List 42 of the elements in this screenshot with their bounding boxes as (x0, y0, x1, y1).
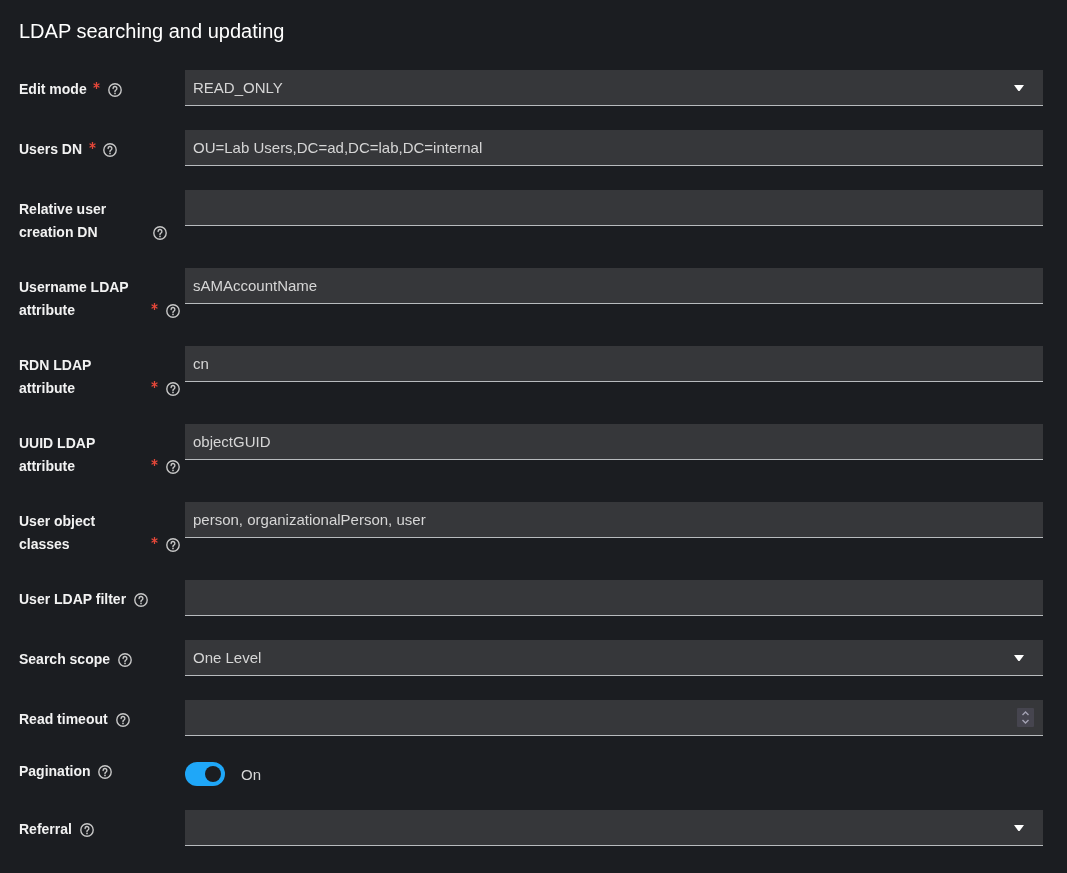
text-field[interactable]: person, organizationalPerson, user (185, 502, 1043, 538)
select-dropdown[interactable]: READ_ONLY (185, 70, 1043, 106)
help-icon[interactable] (166, 304, 181, 318)
text-field[interactable]: sAMAccountName (185, 268, 1043, 304)
caret-icon (1014, 84, 1024, 91)
field-label: Referral (19, 820, 72, 839)
field-label: Edit mode (19, 80, 87, 99)
text-field[interactable]: objectGUID (185, 424, 1043, 460)
select-dropdown[interactable]: One Level (185, 640, 1043, 676)
help-icon[interactable] (103, 143, 118, 157)
text-field[interactable] (185, 190, 1043, 226)
help-icon[interactable] (79, 823, 94, 837)
section-title: LDAP searching and updating (19, 19, 285, 43)
up-down-chevron-icon[interactable] (1017, 708, 1034, 727)
field-label: User object classes (19, 512, 97, 554)
help-icon[interactable] (117, 653, 132, 667)
field-label: User LDAP filter (19, 590, 127, 609)
help-icon[interactable] (108, 83, 123, 97)
number-field[interactable] (185, 700, 1043, 736)
select-dropdown[interactable] (185, 810, 1043, 846)
help-icon[interactable] (115, 713, 130, 727)
text-field[interactable] (185, 580, 1043, 616)
field-label: Search scope (19, 650, 111, 669)
field-label: UUID LDAP attribute (19, 434, 96, 476)
help-icon[interactable] (166, 538, 181, 552)
caret-icon (1014, 824, 1024, 831)
toggle-switch[interactable] (185, 762, 225, 786)
switch-state-label: On (241, 765, 261, 783)
help-icon[interactable] (166, 460, 181, 474)
field-label: Relative user creation DN (19, 200, 108, 242)
caret-icon (1014, 654, 1024, 661)
field-label: Users DN (19, 140, 83, 159)
text-field[interactable]: cn (185, 346, 1043, 382)
field-label: RDN LDAP attribute (19, 356, 93, 398)
field-label: Pagination (19, 762, 91, 781)
help-icon[interactable] (98, 765, 113, 779)
text-field[interactable]: OU=Lab Users,DC=ad,DC=lab,DC=internal (185, 130, 1043, 166)
help-icon[interactable] (134, 593, 148, 607)
help-icon[interactable] (152, 226, 167, 240)
field-label: Username LDAP attribute (19, 278, 130, 320)
field-label: Read timeout (19, 710, 108, 729)
help-icon[interactable] (166, 382, 181, 396)
